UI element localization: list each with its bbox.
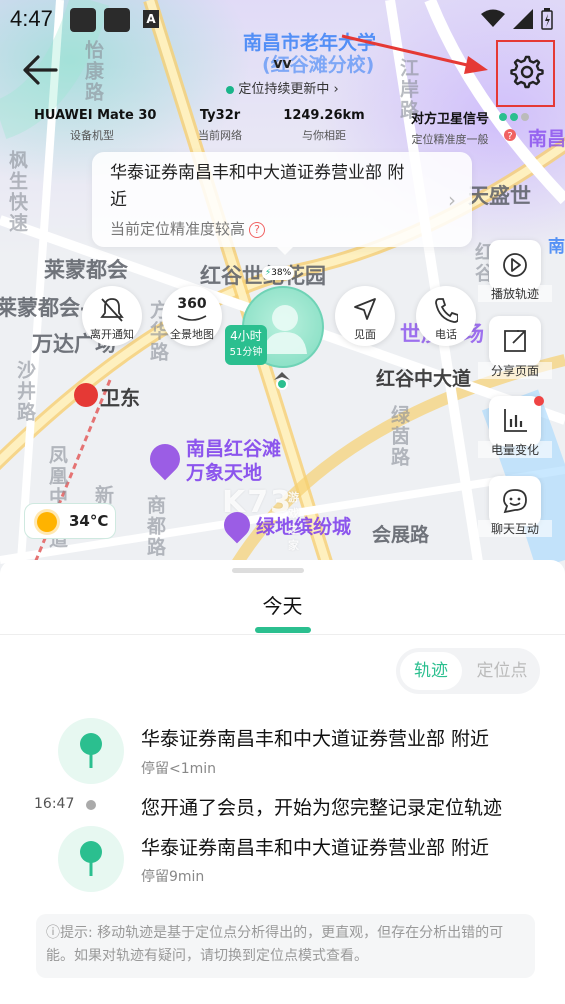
info-signal: 对方卫星信号 定位精准度一般	[410, 112, 489, 146]
device-info-bar: HUAWEI Mate 30 设备机型 Ty32r 当前网络 1249.26km…	[0, 108, 565, 148]
map-label: 会展路	[372, 524, 430, 546]
map-label: 莱蒙都会	[44, 258, 128, 282]
location-card[interactable]: 华泰证券南昌丰和中大道证券营业部 附近 当前定位精准度较高? ›	[92, 152, 472, 247]
svg-text:?: ?	[507, 131, 512, 142]
toggle-points[interactable]: 定位点	[468, 652, 536, 690]
bottom-sheet[interactable]: 今天 轨迹 定位点 华泰证券南昌丰和中大道证券营业部 附近 停留<1min 16…	[0, 560, 565, 1004]
map-label: 南昌红谷滩	[186, 438, 282, 460]
navigation-arrow-icon	[354, 298, 376, 320]
panorama-arc-icon	[177, 315, 207, 321]
metro-icon	[74, 383, 98, 407]
bar-chart-icon	[504, 409, 527, 432]
timeline-time: 16:47	[34, 796, 75, 812]
entry-title[interactable]: 华泰证券南昌丰和中大道证券营业部 附近	[141, 833, 489, 860]
panorama-button[interactable]: 360 全景地图	[162, 286, 222, 346]
play-icon	[503, 253, 527, 277]
share-icon	[504, 330, 526, 352]
membership-message: 您开通了会员，开始为您完整记录定位轨迹	[141, 797, 503, 819]
power-change-label: 电量变化	[478, 441, 552, 458]
location-address: 华泰证券南昌丰和中大道证券营业部 附近	[110, 163, 405, 210]
location-status[interactable]: 定位持续更新中 ›	[0, 78, 565, 97]
watermark: K73 游戏之家	[222, 485, 301, 552]
chat-button[interactable]	[489, 476, 541, 526]
share-page-label: 分享页面	[478, 362, 552, 379]
play-track-label: 播放轨迹	[478, 285, 552, 302]
map-label: 南昌集	[548, 237, 565, 257]
meet-button[interactable]: 见面	[335, 286, 395, 346]
location-pin-icon	[58, 718, 124, 784]
phone-icon	[435, 298, 458, 323]
card-pointer	[277, 247, 293, 255]
notification-icon	[70, 8, 96, 32]
entry-stay: 停留<1min	[141, 761, 217, 777]
tab-today[interactable]: 今天	[0, 590, 565, 619]
entry-stay: 停留9min	[141, 869, 205, 885]
signal-icon	[513, 9, 533, 29]
current-position-dot	[276, 378, 288, 390]
stay-duration-badge: 4小时 51分钟	[225, 325, 267, 365]
info-device: HUAWEI Mate 30 设备机型	[34, 108, 157, 142]
drag-handle[interactable]	[232, 568, 304, 573]
tab-indicator	[255, 627, 311, 633]
sun-icon	[37, 512, 57, 532]
power-change-button[interactable]	[489, 396, 541, 446]
help-icon[interactable]: ?	[503, 128, 517, 142]
info-distance: 1249.26km 与你相距	[283, 108, 365, 142]
signal-dots-icon	[499, 113, 529, 121]
status-time: 4:47	[10, 6, 53, 31]
bell-off-icon	[100, 298, 124, 322]
wifi-icon	[481, 9, 505, 27]
divider	[0, 634, 565, 635]
leave-notice-button[interactable]: 离开通知	[82, 286, 142, 346]
unread-dot	[534, 396, 544, 406]
status-dot-icon	[226, 85, 235, 94]
settings-gear-icon[interactable]	[508, 53, 544, 89]
weather-chip: 34°C	[24, 503, 116, 539]
toggle-track[interactable]: 轨迹	[400, 652, 462, 690]
entry-title[interactable]: 华泰证券南昌丰和中大道证券营业部 附近	[141, 724, 489, 751]
play-track-button[interactable]	[489, 240, 541, 290]
tip-box: ⓘ提示: 移动轨迹是基于定位点分析得出的，更直观，但存在分析出错的可能。如果对轨…	[36, 914, 535, 978]
panorama-360-icon: 360	[177, 296, 207, 312]
location-pin-icon	[58, 826, 124, 892]
map-label: 卫东	[100, 386, 140, 410]
map-view[interactable]: 南昌市老年大学 (红谷滩分校) 莱蒙都会 莱蒙都会-南 万达广场 红谷世纪花园 …	[0, 0, 565, 575]
chat-smile-icon	[503, 489, 527, 514]
annotation-arrow	[341, 34, 488, 74]
call-button[interactable]: 电话	[416, 286, 476, 346]
location-accuracy: 当前定位精准度较高?	[110, 218, 456, 239]
share-page-button[interactable]	[489, 316, 541, 366]
person-icon	[263, 305, 307, 354]
help-icon[interactable]: ?	[249, 222, 266, 238]
map-label: 万象天地	[186, 462, 263, 484]
battery-level-badge: ⚡38%	[262, 266, 294, 280]
chat-label: 聊天互动	[478, 520, 552, 537]
notification-icon	[104, 8, 130, 32]
chevron-right-icon: ›	[448, 188, 456, 212]
view-mode-toggle[interactable]: 轨迹 定位点	[396, 648, 540, 694]
battery-icon	[541, 8, 553, 30]
app-notification-icon: A	[143, 10, 159, 28]
info-network: Ty32r 当前网络	[198, 108, 242, 142]
map-label: 天盛世	[468, 184, 531, 208]
map-label: 红谷中大道	[376, 368, 472, 390]
timeline-dot	[86, 800, 96, 810]
